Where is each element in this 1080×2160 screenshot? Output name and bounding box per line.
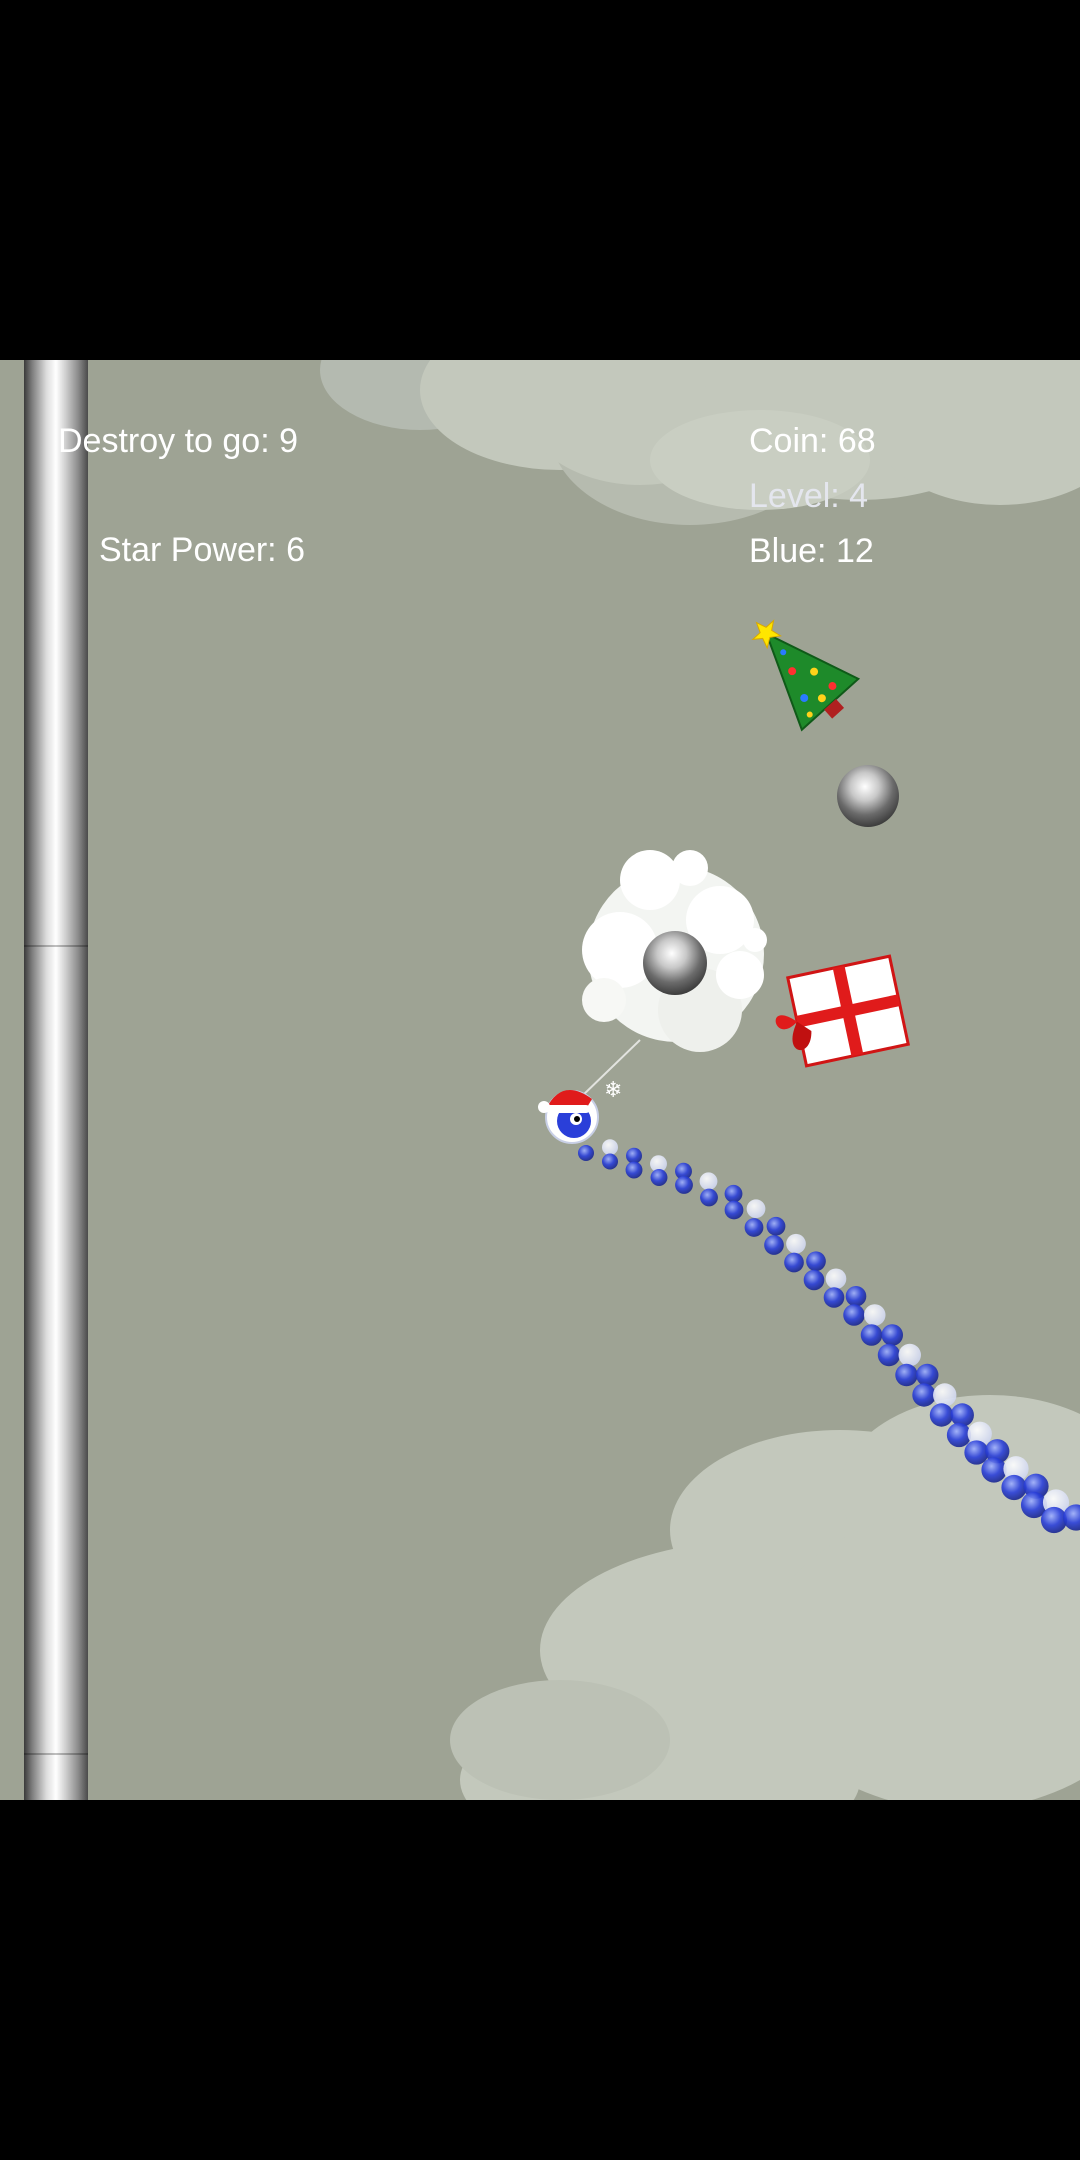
steel-pole: [24, 360, 88, 1800]
steel-ball: [837, 765, 899, 827]
trail-bead: [1001, 1474, 1027, 1501]
trail-bead: [860, 1324, 883, 1346]
trail-bead: [625, 1161, 643, 1179]
star-power-label: Star Power: 6: [99, 531, 305, 569]
trail-bead: [744, 1218, 764, 1237]
trail-bead: [650, 1169, 668, 1186]
trail-bead: [764, 1235, 784, 1255]
trail-bead: [700, 1188, 718, 1207]
game-area[interactable]: ❄ Destroy to go: 9 Star Power: 6 Coin: 6…: [0, 360, 1080, 1800]
trail-bead: [784, 1252, 804, 1273]
gift-box-icon[interactable]: [767, 954, 910, 1070]
santa-ball-icon[interactable]: ❄: [538, 1078, 622, 1144]
coin-label: Coin: 68: [749, 422, 876, 460]
pole-seam: [24, 1753, 88, 1755]
christmas-tree-icon[interactable]: [728, 597, 866, 739]
trail-bead: [916, 1363, 939, 1387]
trail-bead: [863, 1304, 886, 1326]
level-label: Level: 4: [749, 477, 869, 515]
trail-bead: [898, 1343, 921, 1367]
trail-bead: [724, 1184, 743, 1203]
trail-bead: [912, 1383, 936, 1407]
trail-bead: [964, 1440, 989, 1465]
svg-text:❄: ❄: [604, 1078, 622, 1103]
trail-bead: [933, 1383, 957, 1407]
trail-bead: [881, 1324, 904, 1346]
trail-bead: [1040, 1506, 1068, 1534]
blue-label: Blue: 12: [749, 532, 874, 570]
trail-bead: [825, 1268, 847, 1290]
destroy-to-go-label: Destroy to go: 9: [58, 422, 299, 460]
trail-bead: [626, 1147, 642, 1164]
trail-bead: [895, 1363, 918, 1387]
pole-seam: [24, 945, 88, 947]
steel-ball: [643, 931, 707, 995]
trail-bead: [877, 1343, 901, 1367]
trail-bead: [786, 1233, 806, 1254]
trail-bead: [981, 1457, 1007, 1483]
trail-bead: [843, 1304, 865, 1326]
left-wall: [0, 360, 26, 1800]
trail-bead: [578, 1145, 594, 1161]
trail-bead: [699, 1172, 718, 1191]
trail-bead: [724, 1200, 744, 1220]
trail-bead: [746, 1199, 766, 1219]
trail-bead: [806, 1251, 826, 1272]
trail-bead: [803, 1269, 825, 1291]
trail-bead: [946, 1422, 972, 1448]
trail-bead: [675, 1176, 693, 1194]
scene-layer: ❄: [320, 360, 1080, 1800]
trail-bead: [602, 1153, 618, 1170]
trail-bead: [950, 1403, 974, 1427]
trail-bead: [766, 1216, 786, 1236]
trail-bead: [845, 1285, 867, 1307]
trail-bead: [823, 1287, 845, 1308]
trail-bead: [929, 1403, 954, 1427]
trail-bead: [602, 1139, 618, 1156]
cloud-top: [320, 360, 1080, 525]
